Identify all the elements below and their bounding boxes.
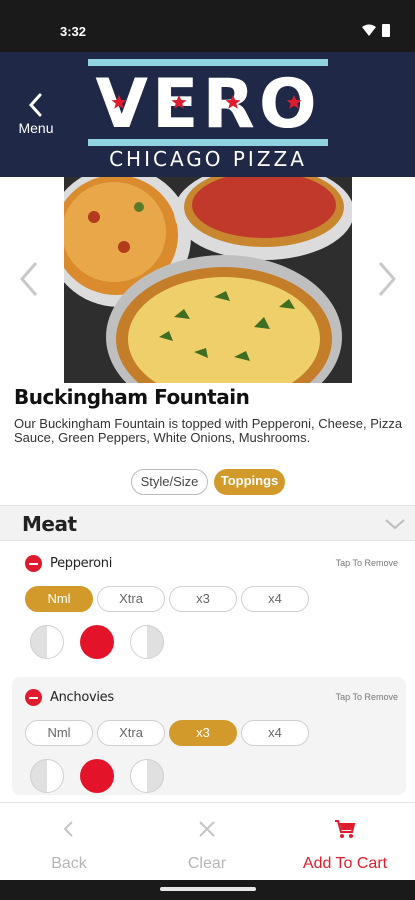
logo-wordmark: VERO (95, 69, 320, 135)
item-image-carousel (0, 177, 415, 383)
wifi-icon (362, 24, 376, 36)
amount-option-xtra[interactable]: Xtra (97, 720, 165, 746)
logo-subtitle: CHICAGO PIZZA (109, 147, 307, 171)
chevron-left-icon (28, 93, 42, 117)
topping-row: Pepperoni Tap To Remove Nml Xtra x3 x4 (12, 543, 406, 673)
logo-top-bar (88, 59, 328, 66)
cart-icon (335, 820, 356, 838)
section-title: Meat (22, 512, 77, 536)
logo-word: VERO (95, 69, 320, 135)
battery-icon (382, 24, 390, 37)
menu-button[interactable]: Menu (10, 92, 62, 142)
amount-option-nml[interactable]: Nml (25, 720, 93, 746)
vero-logo: VERO CHICAGO PIZZA (88, 59, 328, 171)
amount-option-x3[interactable]: x3 (169, 720, 237, 746)
amount-option-xtra[interactable]: Xtra (97, 586, 165, 612)
whole-coverage-icon[interactable] (80, 759, 114, 793)
section-header-meat[interactable]: Meat (0, 505, 415, 541)
left-half-coverage-icon[interactable] (30, 759, 64, 793)
close-icon (199, 821, 215, 837)
item-title: Buckingham Fountain (14, 385, 250, 409)
topping-name: Anchovies (50, 690, 114, 705)
carousel-next-icon[interactable] (374, 259, 400, 299)
topping-row: Anchovies Tap To Remove Nml Xtra x3 x4 (12, 677, 406, 795)
home-indicator[interactable] (160, 887, 256, 891)
bottom-action-bar: Back Clear Add To Cart (0, 802, 415, 880)
amount-option-nml[interactable]: Nml (25, 586, 93, 612)
chevron-down-icon[interactable] (383, 514, 407, 534)
whole-coverage-icon[interactable] (80, 625, 114, 659)
logo-bottom-bar (88, 139, 328, 146)
pizza-photo (64, 177, 352, 383)
left-half-coverage-icon[interactable] (30, 625, 64, 659)
status-bar: 3:32 (0, 0, 415, 52)
clear-button[interactable]: Clear (138, 803, 276, 881)
tap-to-remove-label[interactable]: Tap To Remove (336, 692, 398, 702)
clear-label: Clear (187, 855, 227, 872)
tap-to-remove-label[interactable]: Tap To Remove (336, 558, 398, 568)
item-description: Our Buckingham Fountain is topped with P… (14, 416, 403, 445)
back-label: Back (51, 855, 87, 872)
add-to-cart-button[interactable]: Add To Cart (276, 803, 414, 881)
right-half-coverage-icon[interactable] (130, 759, 164, 793)
amount-option-x4[interactable]: x4 (241, 720, 309, 746)
app-header: Menu VERO CHICAGO PIZZA (0, 52, 415, 177)
remove-topping-icon[interactable] (25, 555, 42, 572)
status-time: 3:32 (60, 24, 87, 39)
amount-option-x4[interactable]: x4 (241, 586, 309, 612)
system-nav-bar (0, 880, 415, 900)
tab-style-size[interactable]: Style/Size (131, 469, 208, 495)
add-to-cart-label: Add To Cart (302, 855, 388, 872)
amount-option-x3[interactable]: x3 (169, 586, 237, 612)
topping-name: Pepperoni (50, 556, 113, 571)
menu-label: Menu (18, 120, 54, 136)
back-button[interactable]: Back (0, 803, 138, 881)
carousel-prev-icon[interactable] (16, 259, 42, 299)
remove-topping-icon[interactable] (25, 689, 42, 706)
tab-toppings[interactable]: Toppings (214, 469, 285, 495)
right-half-coverage-icon[interactable] (130, 625, 164, 659)
chevron-left-icon (63, 821, 73, 837)
